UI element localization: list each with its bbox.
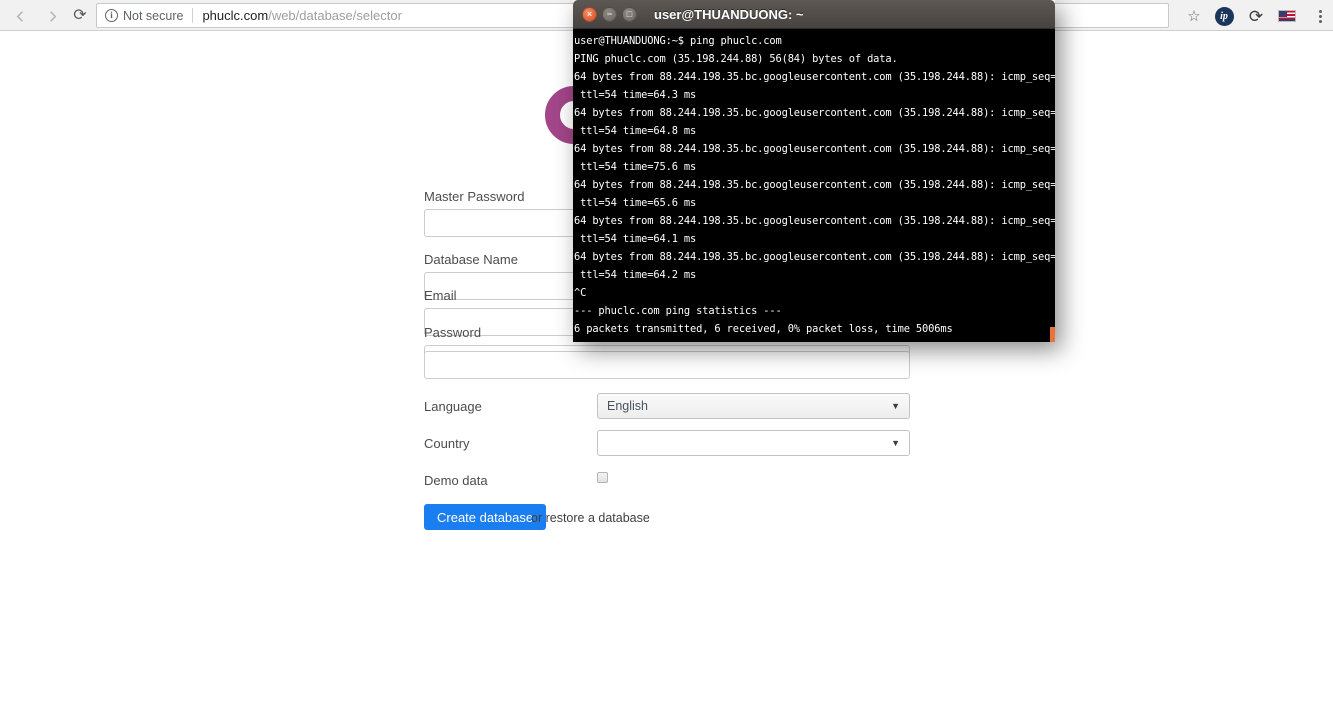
label-master-password: Master Password bbox=[424, 189, 525, 204]
close-window-button[interactable]: × bbox=[582, 6, 597, 22]
create-database-button[interactable]: Create database bbox=[424, 504, 547, 530]
forward-button[interactable] bbox=[40, 4, 64, 28]
terminal-window[interactable]: × − □ user@THUANDUONG: ~ user@THUANDUONG… bbox=[573, 0, 1055, 342]
bookmark-star-icon[interactable]: ☆ bbox=[1182, 4, 1206, 28]
minimize-icon: − bbox=[606, 9, 613, 19]
label-country: Country bbox=[424, 436, 470, 451]
maximize-icon: □ bbox=[626, 9, 633, 19]
reload-button[interactable]: ⟳ bbox=[68, 4, 92, 28]
close-icon: × bbox=[586, 9, 593, 19]
sync-extension-icon[interactable]: ⟳ bbox=[1244, 4, 1268, 28]
security-indicator[interactable]: i Not secure bbox=[105, 9, 183, 23]
maximize-window-button[interactable]: □ bbox=[622, 6, 637, 22]
terminal-scrollbar[interactable] bbox=[1050, 327, 1055, 342]
label-language: Language bbox=[424, 399, 482, 414]
terminal-title: user@THUANDUONG: ~ bbox=[654, 6, 804, 22]
country-select[interactable]: ▼ bbox=[597, 430, 910, 456]
minimize-window-button[interactable]: − bbox=[602, 6, 617, 22]
star-glyph: ☆ bbox=[1187, 8, 1201, 25]
chevron-down-icon: ▼ bbox=[891, 438, 900, 448]
label-database-name: Database Name bbox=[424, 252, 518, 267]
phone-number-input[interactable] bbox=[424, 351, 910, 379]
back-button[interactable] bbox=[8, 4, 32, 28]
language-select[interactable]: English ▼ bbox=[597, 393, 910, 419]
url-text: phuclc.com/web/database/selector bbox=[202, 8, 401, 23]
ip-extension-icon[interactable]: ip bbox=[1212, 4, 1236, 28]
language-value: English bbox=[607, 399, 648, 413]
sync-glyph: ⟳ bbox=[1248, 6, 1264, 26]
terminal-body[interactable]: user@THUANDUONG:~$ ping phuclc.com PING … bbox=[573, 29, 1055, 342]
reload-icon: ⟳ bbox=[73, 7, 87, 24]
label-demo-data: Demo data bbox=[424, 473, 488, 488]
label-password: Password bbox=[424, 325, 482, 340]
terminal-output: user@THUANDUONG:~$ ping phuclc.com PING … bbox=[574, 35, 1055, 342]
chevron-down-icon: ▼ bbox=[891, 401, 900, 411]
terminal-titlebar[interactable]: × − □ user@THUANDUONG: ~ bbox=[573, 0, 1055, 29]
omnibox-divider bbox=[192, 8, 194, 23]
restore-database-link[interactable]: or restore a database bbox=[531, 511, 650, 525]
demo-data-checkbox[interactable] bbox=[597, 472, 608, 483]
info-icon: i bbox=[105, 9, 118, 22]
kebab-glyph bbox=[1318, 9, 1322, 23]
chrome-menu-icon[interactable] bbox=[1308, 4, 1332, 28]
label-email: Email bbox=[424, 288, 457, 303]
ip-badge-label: ip bbox=[1214, 6, 1234, 26]
flag-glyph bbox=[1278, 10, 1296, 22]
security-label: Not secure bbox=[123, 8, 184, 23]
url-host: phuclc.com bbox=[202, 8, 269, 23]
url-path: /web/database/selector bbox=[268, 8, 402, 23]
us-flag-icon[interactable] bbox=[1275, 4, 1299, 28]
